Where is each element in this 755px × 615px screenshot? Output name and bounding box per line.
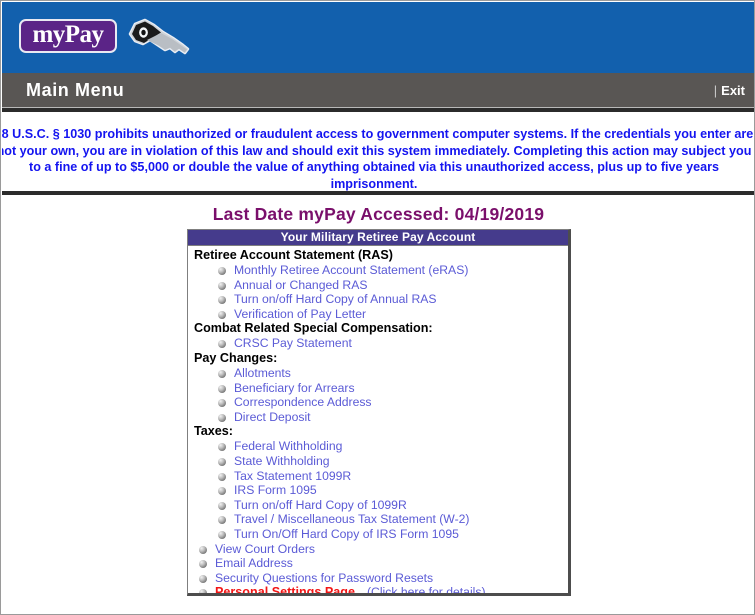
section-title-retiree-account-statement-ras: Retiree Account Statement (RAS): [194, 248, 393, 262]
menu-row-annual-or-changed-ras[interactable]: Annual or Changed RAS: [188, 278, 568, 293]
bullet-icon: [218, 472, 226, 481]
menu-row-travel-miscellaneous-tax-statement-w-2[interactable]: Travel / Miscellaneous Tax Statement (W-…: [188, 512, 568, 527]
menu-link-travel-miscellaneous-tax-statement-w-2[interactable]: Travel / Miscellaneous Tax Statement (W-…: [234, 512, 469, 526]
menu-row-correspondence-address[interactable]: Correspondence Address: [188, 395, 568, 410]
menu-row-monthly-retiree-account-statement-eras[interactable]: Monthly Retiree Account Statement (eRAS): [188, 263, 568, 278]
menu-link-allotments[interactable]: Allotments: [234, 366, 291, 380]
bullet-icon: [218, 530, 226, 539]
menu-row-email-address[interactable]: Email Address: [188, 556, 568, 571]
menu-link-correspondence-address[interactable]: Correspondence Address: [234, 395, 372, 409]
menu-bar-actions: | Exit: [714, 83, 745, 98]
bullet-icon: [218, 399, 226, 408]
menu-row-personal-settings-page[interactable]: Personal Settings Page (Click here for de…: [188, 585, 568, 593]
menu-row-crsc-pay-statement[interactable]: CRSC Pay Statement: [188, 336, 568, 351]
section-title-combat-related-special-compensation: Combat Related Special Compensation:: [194, 321, 433, 336]
bullet-icon: [218, 384, 226, 393]
bullet-icon: [199, 545, 207, 554]
menu-link-turn-on-off-hard-copy-of-irs-form-1095[interactable]: Turn On/Off Hard Copy of IRS Form 1095: [234, 527, 459, 541]
menu-separator: |: [713, 83, 718, 98]
section-title-pay-changes: Pay Changes:: [194, 350, 278, 365]
logo-text: myPay: [32, 21, 104, 48]
bullet-icon: [218, 443, 226, 452]
menu-row-federal-withholding[interactable]: Federal Withholding: [188, 439, 568, 454]
account-panel: Your Military Retiree Pay Account Retire…: [187, 229, 571, 596]
legal-warning-box: 18 U.S.C. § 1030 prohibits unauthorized …: [2, 112, 754, 191]
menu-row-tax-statement-1099r[interactable]: Tax Statement 1099R: [188, 469, 568, 484]
bullet-icon: [199, 560, 207, 569]
menu-row-beneficiary-for-arrears[interactable]: Beneficiary for Arrears: [188, 381, 568, 396]
menu-row-turn-on-off-hard-copy-of-1099r[interactable]: Turn on/off Hard Copy of 1099R: [188, 498, 568, 513]
menu-link-annual-or-changed-ras[interactable]: Annual or Changed RAS: [234, 278, 367, 292]
menu-link-state-withholding[interactable]: State Withholding: [234, 454, 330, 468]
bullet-icon: [218, 516, 226, 525]
menu-note-personal-settings-page[interactable]: (Click here for details): [367, 585, 486, 593]
account-panel-header: Your Military Retiree Pay Account: [188, 230, 568, 246]
menu-row-irs-form-1095[interactable]: IRS Form 1095: [188, 483, 568, 498]
last-access-heading: Last Date myPay Accessed: 04/19/2019: [212, 204, 545, 224]
bullet-icon: [218, 310, 226, 319]
account-panel-body: Retiree Account Statement (RAS) Monthly R…: [188, 246, 568, 593]
mypay-logo[interactable]: myPay: [19, 16, 194, 62]
menu-row-verification-of-pay-letter[interactable]: Verification of Pay Letter: [188, 307, 568, 322]
bullet-icon: [218, 281, 226, 290]
bullet-icon: [218, 296, 226, 305]
menu-bar: Main Menu | Exit: [2, 73, 754, 108]
bullet-icon: [218, 501, 226, 510]
bullet-icon: [218, 457, 226, 466]
bullet-icon: [218, 267, 226, 275]
legal-warning-text: 18 U.S.C. § 1030 prohibits unauthorized …: [2, 127, 754, 191]
menu-link-irs-form-1095[interactable]: IRS Form 1095: [234, 483, 317, 497]
menu-row-turn-on-off-hard-copy-of-irs-form-1095[interactable]: Turn On/Off Hard Copy of IRS Form 1095: [188, 527, 568, 542]
menu-row-view-court-orders[interactable]: View Court Orders: [188, 542, 568, 557]
bullet-icon: [218, 413, 226, 422]
brand-header: myPay: [2, 2, 754, 73]
bullet-icon: [218, 369, 226, 378]
menu-link-turn-on-off-hard-copy-of-1099r[interactable]: Turn on/off Hard Copy of 1099R: [234, 498, 407, 512]
menu-link-monthly-retiree-account-statement-eras[interactable]: Monthly Retiree Account Statement (eRAS): [234, 263, 468, 277]
exit-link[interactable]: Exit: [721, 83, 745, 98]
menu-link-tax-statement-1099r[interactable]: Tax Statement 1099R: [234, 469, 351, 483]
menu-link-verification-of-pay-letter[interactable]: Verification of Pay Letter: [234, 307, 366, 321]
bullet-icon: [218, 340, 226, 349]
menu-link-security-questions-for-password-resets[interactable]: Security Questions for Password Resets: [215, 571, 433, 585]
menu-link-email-address[interactable]: Email Address: [215, 556, 293, 570]
bullet-icon: [199, 574, 207, 583]
menu-link-crsc-pay-statement[interactable]: CRSC Pay Statement: [234, 336, 352, 350]
mypay-main-menu-page: myPay Main Menu | Exit 18 U.S.C. § 1030 p…: [0, 0, 755, 615]
menu-link-beneficiary-for-arrears[interactable]: Beneficiary for Arrears: [234, 381, 355, 395]
page-title: Main Menu: [26, 80, 125, 100]
section-title-taxes: Taxes:: [194, 424, 233, 439]
menu-row-security-questions-for-password-resets[interactable]: Security Questions for Password Resets: [188, 571, 568, 586]
menu-row-state-withholding[interactable]: State Withholding: [188, 454, 568, 469]
menu-row-direct-deposit[interactable]: Direct Deposit: [188, 410, 568, 425]
bullet-icon: [218, 487, 226, 496]
menu-link-turn-on-off-hard-copy-of-annual-ras[interactable]: Turn on/off Hard Copy of Annual RAS: [234, 292, 437, 306]
warning-rule-bottom: [2, 191, 754, 195]
menu-link-view-court-orders[interactable]: View Court Orders: [215, 542, 315, 556]
menu-link-direct-deposit[interactable]: Direct Deposit: [234, 410, 311, 424]
bullet-icon: [199, 589, 207, 593]
menu-link-federal-withholding[interactable]: Federal Withholding: [234, 439, 342, 453]
menu-row-turn-on-off-hard-copy-of-annual-ras[interactable]: Turn on/off Hard Copy of Annual RAS: [188, 292, 568, 307]
menu-link-personal-settings-page[interactable]: Personal Settings Page: [215, 585, 355, 593]
menu-row-allotments[interactable]: Allotments: [188, 366, 568, 381]
